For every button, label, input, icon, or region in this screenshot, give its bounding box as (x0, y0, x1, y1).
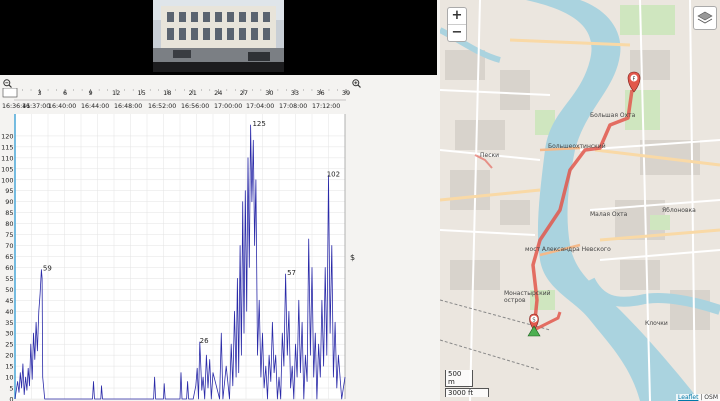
y-tick-label: 70 (5, 242, 13, 250)
map-panel[interactable]: S F Пески Большая Охта Малая Охта Яблоно… (440, 0, 720, 401)
peak-label: 57 (287, 269, 296, 277)
svg-text:F: F (633, 77, 636, 83)
time-label: 16:37:00 (22, 103, 50, 110)
peak-label: 26 (200, 337, 209, 345)
map-label-bolsheokhtinsky: Большеохтинский (548, 143, 606, 150)
time-label: 16:52:00 (148, 103, 176, 110)
timeline-position-box (2, 88, 18, 98)
y-tick-label: 40 (5, 308, 13, 316)
y-tick-label: 95 (5, 187, 13, 195)
time-label: 17:12:00 (312, 103, 340, 110)
time-label: 16:40:00 (48, 103, 76, 110)
map-zoom-in-button[interactable]: + (448, 8, 466, 25)
y-tick-label: 45 (5, 297, 13, 305)
zoom-out-icon[interactable] (3, 79, 12, 88)
right-axis-label: $ (350, 253, 356, 262)
peak-label: 125 (252, 120, 265, 128)
time-label: 16:44:00 (81, 103, 109, 110)
video-frame[interactable] (153, 0, 284, 72)
y-tick-label: 5 (9, 385, 13, 393)
y-tick-label: 120 (1, 132, 13, 140)
speed-chart[interactable]: 0 5 10 15 20 25 30 35 40 45 50 55 60 65 70 75 80 85 90 95 10… (0, 112, 351, 401)
y-tick-label: 110 (1, 154, 13, 162)
map-tiles[interactable]: S F (440, 0, 720, 401)
svg-text:S: S (532, 318, 535, 324)
time-label: 17:04:00 (246, 103, 274, 110)
layers-icon (697, 11, 713, 24)
y-tick-label: 50 (5, 286, 13, 294)
y-tick-label: 55 (5, 275, 13, 283)
map-label-malaya-okhta: Малая Охта (590, 211, 628, 218)
y-tick-label: 80 (5, 220, 13, 228)
map-zoom-out-button[interactable]: − (448, 25, 466, 41)
scale-metric: 500 m (445, 370, 473, 387)
y-tick-label: 115 (1, 143, 13, 151)
map-label-aleksandr-nevsky-bridge: мост Александра Невского (525, 246, 611, 253)
y-tick-label: 85 (5, 209, 13, 217)
left-panel: 03691215182124273033363916:36:4116:37:00… (0, 0, 437, 401)
timeline-ruler[interactable]: 03691215182124273033363916:36:4116:37:00… (0, 88, 351, 112)
time-label: 17:08:00 (279, 103, 307, 110)
video-bar (0, 0, 437, 75)
y-tick-label: 20 (5, 352, 13, 360)
y-tick-label: 65 (5, 253, 13, 261)
map-label-peski: Пески (480, 152, 500, 159)
y-tick-label: 25 (5, 341, 13, 349)
layers-button[interactable] (693, 6, 717, 30)
map-zoom-control: + − (447, 7, 467, 42)
y-tick-label: 30 (5, 330, 13, 338)
peak-label: 59 (43, 265, 52, 273)
zoom-in-icon[interactable] (352, 79, 361, 88)
peak-label: 102 (327, 170, 340, 178)
y-tick-label: 75 (5, 231, 13, 239)
scale-imperial: 3000 ft (445, 388, 489, 397)
y-tick-label: 100 (1, 176, 13, 184)
map-attribution: Leaflet | OSM (676, 394, 720, 401)
y-tick-label: 0 (9, 396, 13, 401)
y-tick-label: 60 (5, 264, 13, 272)
map-scale: 500 m 3000 ft (445, 370, 489, 398)
leaflet-link[interactable]: Leaflet (678, 394, 698, 401)
y-tick-label: 105 (1, 165, 13, 173)
time-label: 16:56:00 (181, 103, 209, 110)
y-tick-label: 10 (5, 374, 13, 382)
time-label: 16:48:00 (114, 103, 142, 110)
time-label: 17:00:00 (214, 103, 242, 110)
attribution-separator: | OSM (698, 394, 718, 401)
y-tick-label: 35 (5, 319, 13, 327)
map-label-klochki: Клочки (645, 320, 668, 327)
map-label-bolshaya-okhta: Большая Охта (590, 112, 636, 119)
y-tick-label: 15 (5, 363, 13, 371)
y-tick-label: 90 (5, 198, 13, 206)
map-label-monastyrsky: Монастырский остров (504, 290, 551, 304)
map-label-yablonovka: Яблоновка (662, 207, 696, 214)
